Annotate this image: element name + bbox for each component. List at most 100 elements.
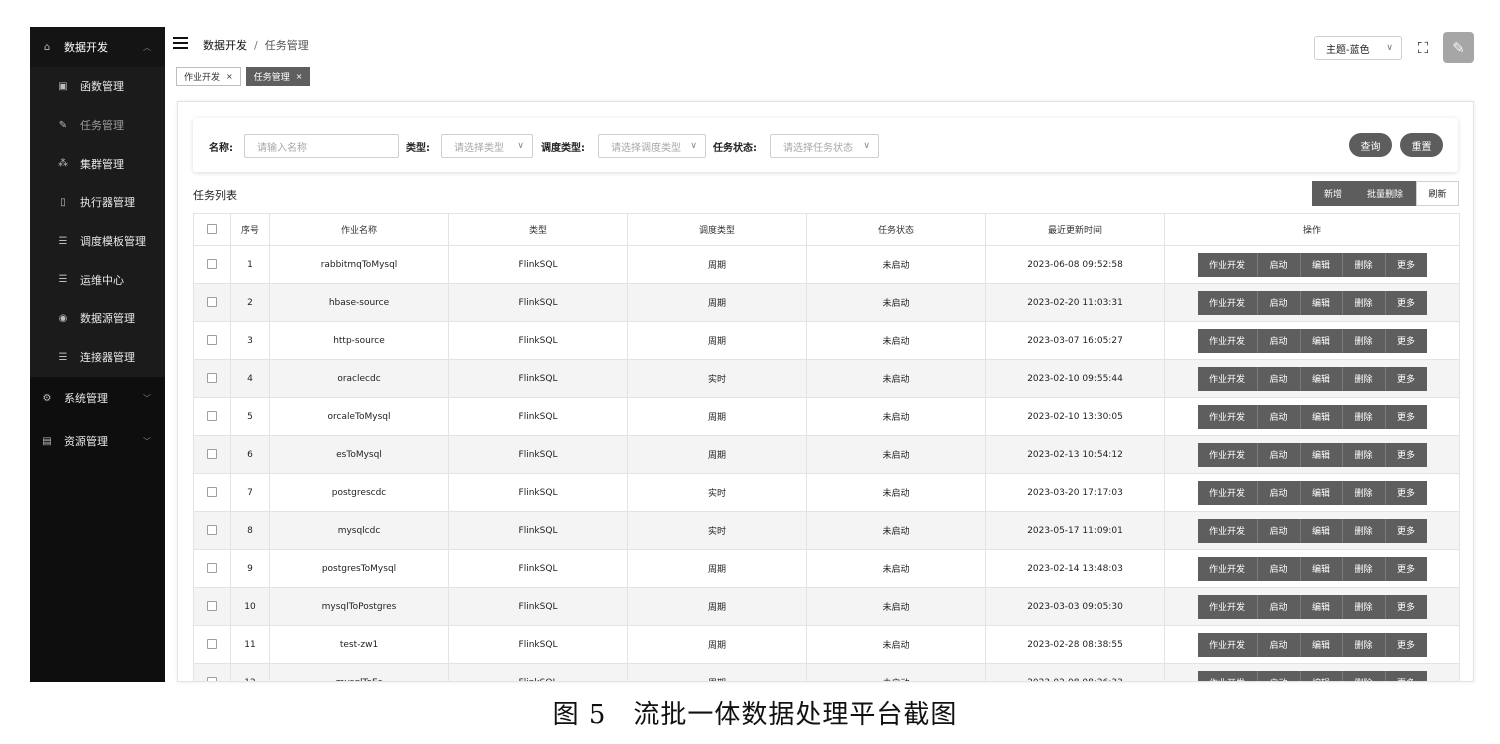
delete-button[interactable]: 删除 — [1342, 594, 1386, 619]
row-checkbox[interactable] — [207, 373, 217, 384]
job-dev-button[interactable]: 作业开发 — [1197, 594, 1258, 619]
row-checkbox[interactable] — [207, 487, 217, 498]
edit-button[interactable]: 编辑 — [1300, 632, 1343, 657]
start-button[interactable]: 启动 — [1257, 480, 1301, 505]
table-row[interactable]: 1 rabbitmqToMysql FlinkSQL 周期 未启动 2023-06-08 … — [193, 245, 1460, 284]
edit-button[interactable]: 编辑 — [1300, 594, 1343, 619]
query-button[interactable]: 查询 — [1349, 133, 1392, 157]
sidebar-item-executors[interactable]: ▯ 执行器管理 — [30, 183, 165, 222]
more-button[interactable]: 更多 — [1385, 518, 1427, 543]
edit-button[interactable]: 编辑 — [1300, 670, 1343, 681]
job-dev-button[interactable]: 作业开发 — [1197, 556, 1258, 581]
start-button[interactable]: 启动 — [1257, 366, 1301, 391]
menu-toggle-icon[interactable] — [173, 37, 188, 49]
delete-button[interactable]: 删除 — [1342, 518, 1386, 543]
type-select[interactable]: 请选择类型 ∨ — [441, 134, 533, 158]
start-button[interactable]: 启动 — [1257, 670, 1301, 681]
table-row[interactable]: 9 postgresToMysql FlinkSQL 周期 未启动 2023-02-14 … — [193, 549, 1460, 588]
delete-button[interactable]: 删除 — [1342, 556, 1386, 581]
close-icon[interactable]: × — [296, 72, 303, 81]
delete-button[interactable]: 删除 — [1342, 442, 1386, 467]
fullscreen-icon[interactable]: ⛶ — [1415, 40, 1431, 56]
table-row[interactable]: 12mysqlToEsFlinkSQL周期未启动2023-02-08 08:26… — [193, 663, 1460, 681]
row-checkbox[interactable] — [207, 259, 217, 270]
edit-button[interactable]: 编辑 — [1300, 252, 1343, 277]
row-checkbox[interactable] — [207, 297, 217, 308]
delete-button[interactable]: 删除 — [1342, 328, 1386, 353]
more-button[interactable]: 更多 — [1385, 480, 1427, 505]
avatar[interactable]: ✎ — [1443, 32, 1474, 63]
theme-select[interactable]: 主题-蓝色 ∨ — [1314, 36, 1402, 60]
job-dev-button[interactable]: 作业开发 — [1197, 632, 1258, 657]
job-dev-button[interactable]: 作业开发 — [1197, 328, 1258, 353]
add-button[interactable]: 新增 — [1312, 181, 1354, 206]
more-button[interactable]: 更多 — [1385, 252, 1427, 277]
delete-button[interactable]: 删除 — [1342, 632, 1386, 657]
breadcrumb-root[interactable]: 数据开发 — [203, 39, 247, 52]
row-checkbox[interactable] — [207, 639, 217, 650]
tab-task-management[interactable]: 任务管理 × — [245, 67, 311, 86]
edit-button[interactable]: 编辑 — [1300, 366, 1343, 391]
start-button[interactable]: 启动 — [1257, 328, 1301, 353]
sidebar-item-datasources[interactable]: ◉ 数据源管理 — [30, 299, 165, 338]
start-button[interactable]: 启动 — [1257, 556, 1301, 581]
more-button[interactable]: 更多 — [1385, 328, 1427, 353]
tab-job-dev[interactable]: 作业开发 × — [176, 67, 241, 86]
job-dev-button[interactable]: 作业开发 — [1197, 670, 1258, 681]
table-row[interactable]: 11 test-zw1 FlinkSQL 周期 未启动 2023-02-28 08:38:… — [193, 625, 1460, 664]
table-row[interactable]: 2 hbase-source FlinkSQL 周期 未启动 2023-02-20 11:… — [193, 283, 1460, 322]
start-button[interactable]: 启动 — [1257, 252, 1301, 277]
row-checkbox[interactable] — [207, 335, 217, 346]
sidebar-item-functions[interactable]: ▣ 函数管理 — [30, 67, 165, 106]
delete-button[interactable]: 删除 — [1342, 290, 1386, 315]
delete-button[interactable]: 删除 — [1342, 404, 1386, 429]
edit-button[interactable]: 编辑 — [1300, 290, 1343, 315]
start-button[interactable]: 启动 — [1257, 518, 1301, 543]
batch-delete-button[interactable]: 批量删除 — [1354, 181, 1416, 206]
refresh-button[interactable]: 刷新 — [1416, 181, 1459, 206]
row-checkbox[interactable] — [207, 563, 217, 574]
more-button[interactable]: 更多 — [1385, 442, 1427, 467]
sidebar-item-schedule-templates[interactable]: ☰ 调度模板管理 — [30, 222, 165, 261]
start-button[interactable]: 启动 — [1257, 594, 1301, 619]
start-button[interactable]: 启动 — [1257, 404, 1301, 429]
start-button[interactable]: 启动 — [1257, 632, 1301, 657]
edit-button[interactable]: 编辑 — [1300, 442, 1343, 467]
table-row[interactable]: 8 mysqlcdc FlinkSQL 实时 未启动 2023-05-17 11:09:0… — [193, 511, 1460, 550]
delete-button[interactable]: 删除 — [1342, 480, 1386, 505]
row-checkbox[interactable] — [207, 601, 217, 612]
name-input[interactable]: 请输入名称 — [244, 134, 399, 158]
edit-button[interactable]: 编辑 — [1300, 480, 1343, 505]
more-button[interactable]: 更多 — [1385, 670, 1427, 681]
close-icon[interactable]: × — [226, 72, 233, 81]
job-dev-button[interactable]: 作业开发 — [1197, 252, 1258, 277]
more-button[interactable]: 更多 — [1385, 404, 1427, 429]
more-button[interactable]: 更多 — [1385, 290, 1427, 315]
row-checkbox[interactable] — [207, 449, 217, 460]
edit-button[interactable]: 编辑 — [1300, 518, 1343, 543]
delete-button[interactable]: 删除 — [1342, 252, 1386, 277]
more-button[interactable]: 更多 — [1385, 556, 1427, 581]
job-dev-button[interactable]: 作业开发 — [1197, 518, 1258, 543]
table-row[interactable]: 3 http-source FlinkSQL 周期 未启动 2023-03-07 16:0… — [193, 321, 1460, 360]
job-dev-button[interactable]: 作业开发 — [1197, 480, 1258, 505]
delete-button[interactable]: 删除 — [1342, 366, 1386, 391]
job-dev-button[interactable]: 作业开发 — [1197, 404, 1258, 429]
job-dev-button[interactable]: 作业开发 — [1197, 442, 1258, 467]
more-button[interactable]: 更多 — [1385, 594, 1427, 619]
table-row[interactable]: 7 postgrescdc FlinkSQL 实时 未启动 2023-03-20 17:1… — [193, 473, 1460, 512]
row-checkbox[interactable] — [207, 677, 217, 681]
sidebar-item-ops-center[interactable]: ☰ 运维中心 — [30, 260, 165, 299]
row-checkbox[interactable] — [207, 525, 217, 536]
sidebar-group-data-dev[interactable]: ⌂ 数据开发 ︿ — [30, 27, 165, 67]
table-row[interactable]: 5 orcaleToMysql FlinkSQL 周期 未启动 2023-02-10 13… — [193, 397, 1460, 436]
reset-button[interactable]: 重置 — [1400, 133, 1443, 157]
start-button[interactable]: 启动 — [1257, 442, 1301, 467]
row-checkbox[interactable] — [207, 411, 217, 422]
more-button[interactable]: 更多 — [1385, 632, 1427, 657]
job-dev-button[interactable]: 作业开发 — [1197, 366, 1258, 391]
sidebar-item-clusters[interactable]: ⁂ 集群管理 — [30, 144, 165, 183]
table-row[interactable]: 6 esToMysql FlinkSQL 周期 未启动 2023-02-13 10:54:… — [193, 435, 1460, 474]
select-all-checkbox[interactable] — [207, 224, 217, 235]
task-status-select[interactable]: 请选择任务状态 ∨ — [770, 134, 879, 158]
